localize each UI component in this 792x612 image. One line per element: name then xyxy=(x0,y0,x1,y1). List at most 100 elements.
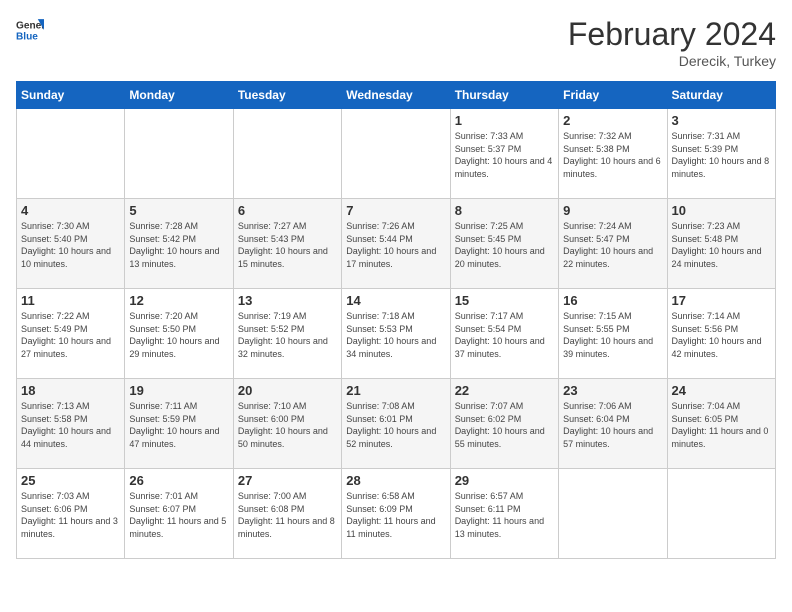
calendar-day-cell: 6 Sunrise: 7:27 AMSunset: 5:43 PMDaylight… xyxy=(233,199,341,289)
calendar-day-cell: 2 Sunrise: 7:32 AMSunset: 5:38 PMDaylight… xyxy=(559,109,667,199)
day-number: 21 xyxy=(346,383,445,398)
calendar-day-cell: 22 Sunrise: 7:07 AMSunset: 6:02 PMDayligh… xyxy=(450,379,558,469)
day-number: 26 xyxy=(129,473,228,488)
calendar-day-cell xyxy=(559,469,667,559)
calendar-day-cell: 8 Sunrise: 7:25 AMSunset: 5:45 PMDaylight… xyxy=(450,199,558,289)
day-info: Sunrise: 7:13 AMSunset: 5:58 PMDaylight:… xyxy=(21,400,120,450)
calendar-day-cell: 11 Sunrise: 7:22 AMSunset: 5:49 PMDayligh… xyxy=(17,289,125,379)
day-number: 11 xyxy=(21,293,120,308)
calendar-day-cell: 19 Sunrise: 7:11 AMSunset: 5:59 PMDayligh… xyxy=(125,379,233,469)
calendar-day-cell: 14Sunrise: 7:18 AMSunset: 5:53 PMDayligh… xyxy=(342,289,450,379)
day-number: 22 xyxy=(455,383,554,398)
day-info: Sunrise: 7:07 AMSunset: 6:02 PMDaylight:… xyxy=(455,400,554,450)
calendar-week-row: 25 Sunrise: 7:03 AMSunset: 6:06 PMDayligh… xyxy=(17,469,776,559)
calendar-day-cell: 15Sunrise: 7:17 AMSunset: 5:54 PMDayligh… xyxy=(450,289,558,379)
day-number: 6 xyxy=(238,203,337,218)
logo: General Blue xyxy=(16,16,44,44)
day-number: 9 xyxy=(563,203,662,218)
calendar-day-cell: 1Sunrise: 7:33 AMSunset: 5:37 PMDaylight… xyxy=(450,109,558,199)
calendar-week-row: 18 Sunrise: 7:13 AMSunset: 5:58 PMDayligh… xyxy=(17,379,776,469)
calendar-day-cell: 25 Sunrise: 7:03 AMSunset: 6:06 PMDayligh… xyxy=(17,469,125,559)
day-info: Sunrise: 7:31 AMSunset: 5:39 PMDaylight:… xyxy=(672,130,771,180)
day-number: 3 xyxy=(672,113,771,128)
day-info: Sunrise: 7:19 AMSunset: 5:52 PMDaylight:… xyxy=(238,310,337,360)
calendar-subtitle: Derecik, Turkey xyxy=(568,53,776,69)
day-info: Sunrise: 7:23 AMSunset: 5:48 PMDaylight:… xyxy=(672,220,771,270)
calendar-week-row: 11 Sunrise: 7:22 AMSunset: 5:49 PMDayligh… xyxy=(17,289,776,379)
calendar-day-cell xyxy=(342,109,450,199)
day-info: Sunrise: 7:00 AMSunset: 6:08 PMDaylight:… xyxy=(238,490,337,540)
day-info: Sunrise: 7:11 AMSunset: 5:59 PMDaylight:… xyxy=(129,400,228,450)
day-info: Sunrise: 6:58 AMSunset: 6:09 PMDaylight:… xyxy=(346,490,445,540)
calendar-week-row: 4 Sunrise: 7:30 AMSunset: 5:40 PMDaylight… xyxy=(17,199,776,289)
day-number: 23 xyxy=(563,383,662,398)
day-number: 20 xyxy=(238,383,337,398)
day-info: Sunrise: 7:14 AMSunset: 5:56 PMDaylight:… xyxy=(672,310,771,360)
day-number: 8 xyxy=(455,203,554,218)
calendar-day-cell: 16 Sunrise: 7:15 AMSunset: 5:55 PMDayligh… xyxy=(559,289,667,379)
day-info: Sunrise: 7:20 AMSunset: 5:50 PMDaylight:… xyxy=(129,310,228,360)
day-number: 25 xyxy=(21,473,120,488)
generalblue-logo-icon: General Blue xyxy=(16,16,44,44)
calendar-day-cell xyxy=(17,109,125,199)
day-info: Sunrise: 7:25 AMSunset: 5:45 PMDaylight:… xyxy=(455,220,554,270)
day-number: 1 xyxy=(455,113,554,128)
calendar-day-cell xyxy=(125,109,233,199)
day-info: Sunrise: 7:27 AMSunset: 5:43 PMDaylight:… xyxy=(238,220,337,270)
day-number: 15 xyxy=(455,293,554,308)
header-monday: Monday xyxy=(125,82,233,109)
calendar-day-cell: 21 Sunrise: 7:08 AMSunset: 6:01 PMDayligh… xyxy=(342,379,450,469)
day-number: 19 xyxy=(129,383,228,398)
calendar-day-cell: 27 Sunrise: 7:00 AMSunset: 6:08 PMDayligh… xyxy=(233,469,341,559)
calendar-day-cell: 29 Sunrise: 6:57 AMSunset: 6:11 PMDayligh… xyxy=(450,469,558,559)
day-info: Sunrise: 7:15 AMSunset: 5:55 PMDaylight:… xyxy=(563,310,662,360)
calendar-day-cell: 23 Sunrise: 7:06 AMSunset: 6:04 PMDayligh… xyxy=(559,379,667,469)
day-number: 12 xyxy=(129,293,228,308)
day-number: 28 xyxy=(346,473,445,488)
day-info: Sunrise: 7:22 AMSunset: 5:49 PMDaylight:… xyxy=(21,310,120,360)
calendar-day-cell: 28 Sunrise: 6:58 AMSunset: 6:09 PMDayligh… xyxy=(342,469,450,559)
calendar-title: February 2024 xyxy=(568,16,776,53)
header-wednesday: Wednesday xyxy=(342,82,450,109)
day-info: Sunrise: 7:10 AMSunset: 6:00 PMDaylight:… xyxy=(238,400,337,450)
page-header: General Blue February 2024 Derecik, Turk… xyxy=(16,16,776,69)
header-friday: Friday xyxy=(559,82,667,109)
day-info: Sunrise: 7:18 AMSunset: 5:53 PMDaylight:… xyxy=(346,310,445,360)
day-number: 29 xyxy=(455,473,554,488)
calendar-day-cell: 4 Sunrise: 7:30 AMSunset: 5:40 PMDaylight… xyxy=(17,199,125,289)
day-info: Sunrise: 6:57 AMSunset: 6:11 PMDaylight:… xyxy=(455,490,554,540)
calendar-day-cell xyxy=(233,109,341,199)
calendar-day-cell: 5Sunrise: 7:28 AMSunset: 5:42 PMDaylight… xyxy=(125,199,233,289)
day-number: 10 xyxy=(672,203,771,218)
day-number: 13 xyxy=(238,293,337,308)
day-number: 16 xyxy=(563,293,662,308)
header-saturday: Saturday xyxy=(667,82,775,109)
calendar-day-cell: 3 Sunrise: 7:31 AMSunset: 5:39 PMDaylight… xyxy=(667,109,775,199)
day-number: 27 xyxy=(238,473,337,488)
day-info: Sunrise: 7:30 AMSunset: 5:40 PMDaylight:… xyxy=(21,220,120,270)
day-info: Sunrise: 7:08 AMSunset: 6:01 PMDaylight:… xyxy=(346,400,445,450)
calendar-day-cell: 18 Sunrise: 7:13 AMSunset: 5:58 PMDayligh… xyxy=(17,379,125,469)
calendar-day-cell xyxy=(667,469,775,559)
calendar-day-cell: 24Sunrise: 7:04 AMSunset: 6:05 PMDayligh… xyxy=(667,379,775,469)
day-number: 18 xyxy=(21,383,120,398)
day-info: Sunrise: 7:32 AMSunset: 5:38 PMDaylight:… xyxy=(563,130,662,180)
calendar-week-row: 1Sunrise: 7:33 AMSunset: 5:37 PMDaylight… xyxy=(17,109,776,199)
calendar-day-cell: 10 Sunrise: 7:23 AMSunset: 5:48 PMDayligh… xyxy=(667,199,775,289)
calendar-day-cell: 17 Sunrise: 7:14 AMSunset: 5:56 PMDayligh… xyxy=(667,289,775,379)
day-info: Sunrise: 7:24 AMSunset: 5:47 PMDaylight:… xyxy=(563,220,662,270)
calendar-table: Sunday Monday Tuesday Wednesday Thursday… xyxy=(16,81,776,559)
day-number: 17 xyxy=(672,293,771,308)
day-info: Sunrise: 7:03 AMSunset: 6:06 PMDaylight:… xyxy=(21,490,120,540)
header-thursday: Thursday xyxy=(450,82,558,109)
day-number: 2 xyxy=(563,113,662,128)
calendar-day-cell: 12 Sunrise: 7:20 AMSunset: 5:50 PMDayligh… xyxy=(125,289,233,379)
calendar-day-cell: 26 Sunrise: 7:01 AMSunset: 6:07 PMDayligh… xyxy=(125,469,233,559)
day-info: Sunrise: 7:06 AMSunset: 6:04 PMDaylight:… xyxy=(563,400,662,450)
calendar-day-cell: 9 Sunrise: 7:24 AMSunset: 5:47 PMDaylight… xyxy=(559,199,667,289)
calendar-day-cell: 7Sunrise: 7:26 AMSunset: 5:44 PMDaylight… xyxy=(342,199,450,289)
svg-text:Blue: Blue xyxy=(16,31,38,42)
day-info: Sunrise: 7:01 AMSunset: 6:07 PMDaylight:… xyxy=(129,490,228,540)
day-number: 4 xyxy=(21,203,120,218)
day-info: Sunrise: 7:04 AMSunset: 6:05 PMDaylight:… xyxy=(672,400,771,450)
